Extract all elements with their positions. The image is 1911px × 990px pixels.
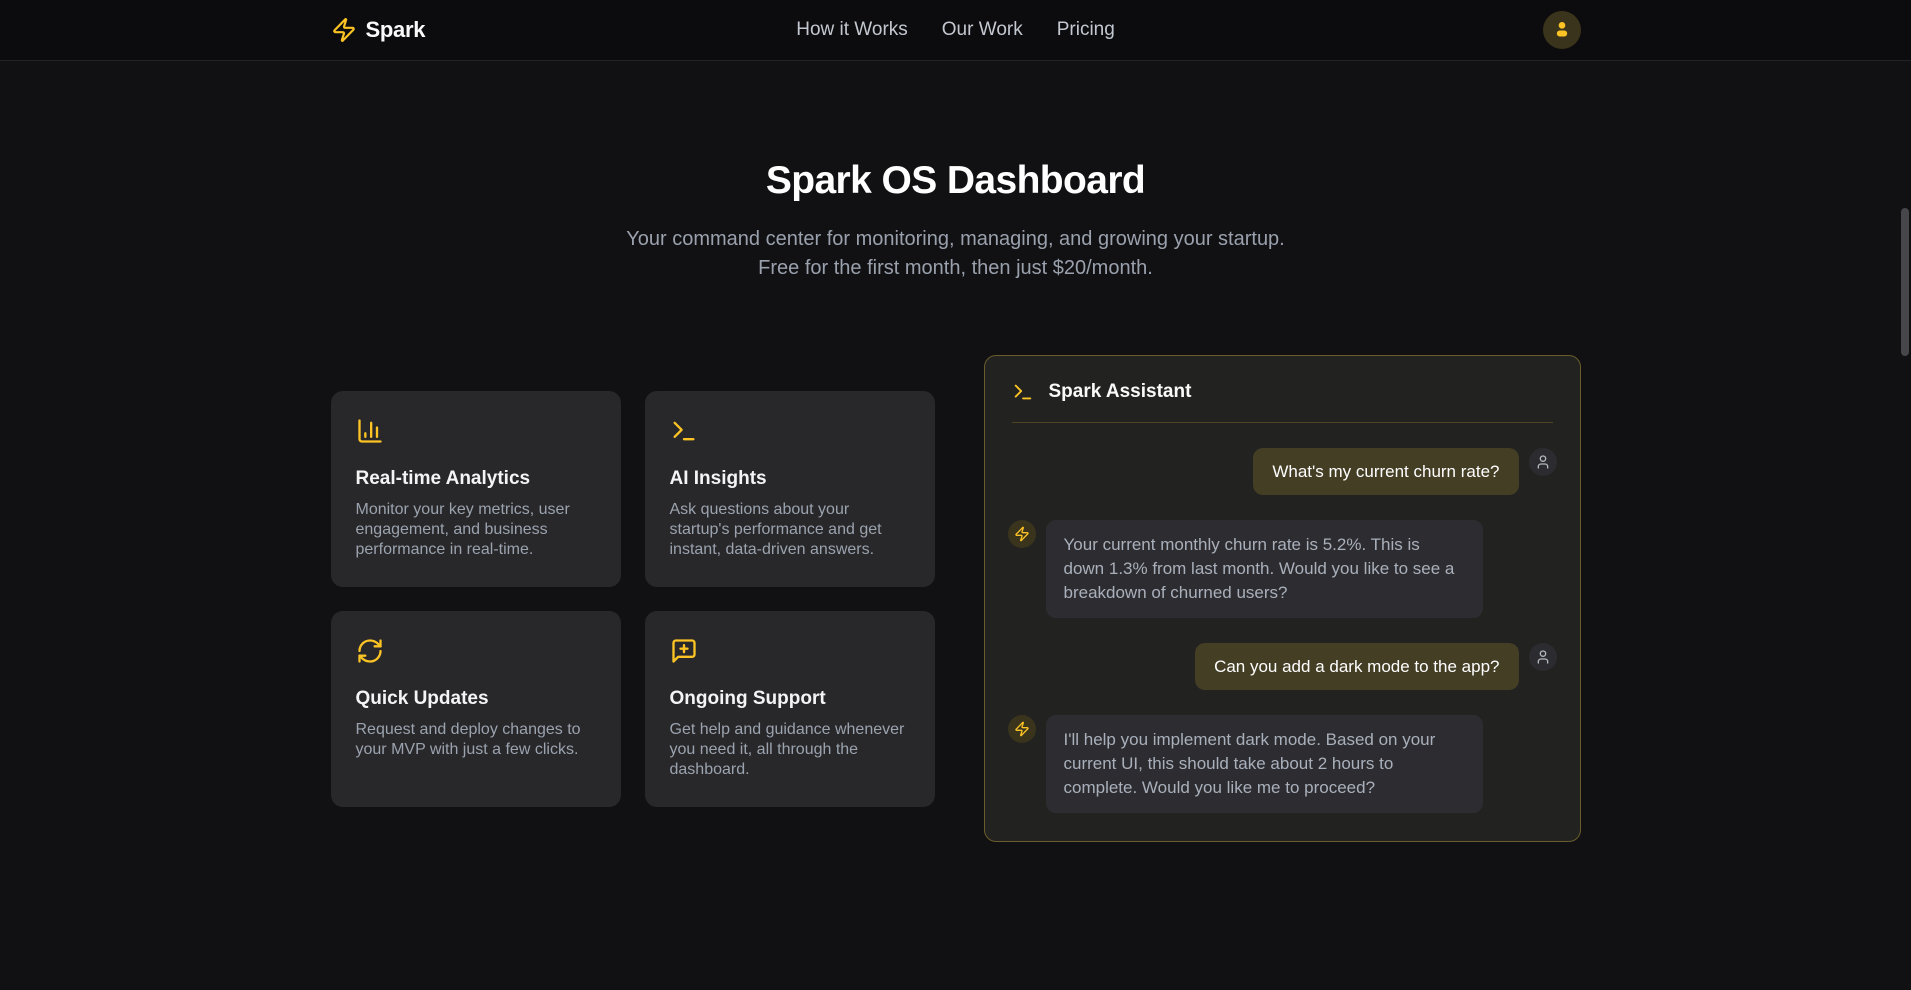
chat-message-user: Can you add a dark mode to the app? bbox=[1008, 643, 1557, 690]
feature-description: Ask questions about your startup's perfo… bbox=[670, 500, 910, 560]
feature-title: Real-time Analytics bbox=[356, 468, 596, 490]
nav-links: How it Works Our Work Pricing bbox=[796, 19, 1115, 41]
feature-title: Quick Updates bbox=[356, 688, 596, 710]
terminal-icon bbox=[1012, 381, 1034, 403]
assistant-avatar-zap-icon bbox=[1008, 715, 1036, 743]
brand-logo[interactable]: Spark bbox=[331, 17, 797, 43]
account-avatar-button[interactable] bbox=[1543, 11, 1581, 49]
main-section: Real-time Analytics Monitor your key met… bbox=[0, 355, 1911, 842]
user-avatar bbox=[1529, 448, 1557, 476]
nav-link-how-it-works[interactable]: How it Works bbox=[796, 19, 908, 41]
assistant-message-bubble: Your current monthly churn rate is 5.2%.… bbox=[1046, 520, 1483, 618]
zap-icon bbox=[331, 17, 357, 43]
feature-title: Ongoing Support bbox=[670, 688, 910, 710]
refresh-icon bbox=[356, 637, 596, 665]
hero-section: Spark OS Dashboard Your command center f… bbox=[0, 61, 1911, 283]
nav-link-our-work[interactable]: Our Work bbox=[942, 19, 1023, 41]
page-scrollbar[interactable] bbox=[1901, 208, 1909, 356]
feature-card-ai-insights: AI Insights Ask questions about your sta… bbox=[645, 391, 935, 587]
spark-assistant-widget: Spark Assistant What's my current churn … bbox=[984, 355, 1581, 842]
feature-title: AI Insights bbox=[670, 468, 910, 490]
message-square-plus-icon bbox=[670, 637, 910, 665]
chat-message-user: What's my current churn rate? bbox=[1008, 448, 1557, 495]
feature-card-ongoing-support: Ongoing Support Get help and guidance wh… bbox=[645, 611, 935, 807]
nav-link-pricing[interactable]: Pricing bbox=[1057, 19, 1115, 41]
chat-message-assistant: I'll help you implement dark mode. Based… bbox=[1008, 715, 1557, 813]
feature-description: Monitor your key metrics, user engagemen… bbox=[356, 500, 596, 560]
top-nav: Spark How it Works Our Work Pricing bbox=[0, 0, 1911, 61]
chat-header: Spark Assistant bbox=[1012, 356, 1553, 423]
bar-chart-icon bbox=[356, 417, 596, 445]
assistant-avatar-zap-icon bbox=[1008, 520, 1036, 548]
hero-subtitle: Your command center for monitoring, mana… bbox=[611, 225, 1301, 283]
assistant-message-bubble: I'll help you implement dark mode. Based… bbox=[1046, 715, 1483, 813]
feature-card-realtime-analytics: Real-time Analytics Monitor your key met… bbox=[331, 391, 621, 587]
chat-message-assistant: Your current monthly churn rate is 5.2%.… bbox=[1008, 520, 1557, 618]
terminal-icon bbox=[670, 417, 910, 445]
user-icon bbox=[1552, 19, 1572, 42]
feature-description: Request and deploy changes to your MVP w… bbox=[356, 720, 596, 760]
feature-description: Get help and guidance whenever you need … bbox=[670, 720, 910, 780]
feature-card-quick-updates: Quick Updates Request and deploy changes… bbox=[331, 611, 621, 807]
user-avatar bbox=[1529, 643, 1557, 671]
user-message-bubble: What's my current churn rate? bbox=[1253, 448, 1518, 495]
user-message-bubble: Can you add a dark mode to the app? bbox=[1195, 643, 1518, 690]
chat-message-list: What's my current churn rate? bbox=[985, 423, 1580, 841]
chat-title: Spark Assistant bbox=[1049, 381, 1192, 403]
features-grid: Real-time Analytics Monitor your key met… bbox=[331, 391, 935, 807]
page-title: Spark OS Dashboard bbox=[0, 159, 1911, 203]
brand-name: Spark bbox=[366, 17, 426, 43]
